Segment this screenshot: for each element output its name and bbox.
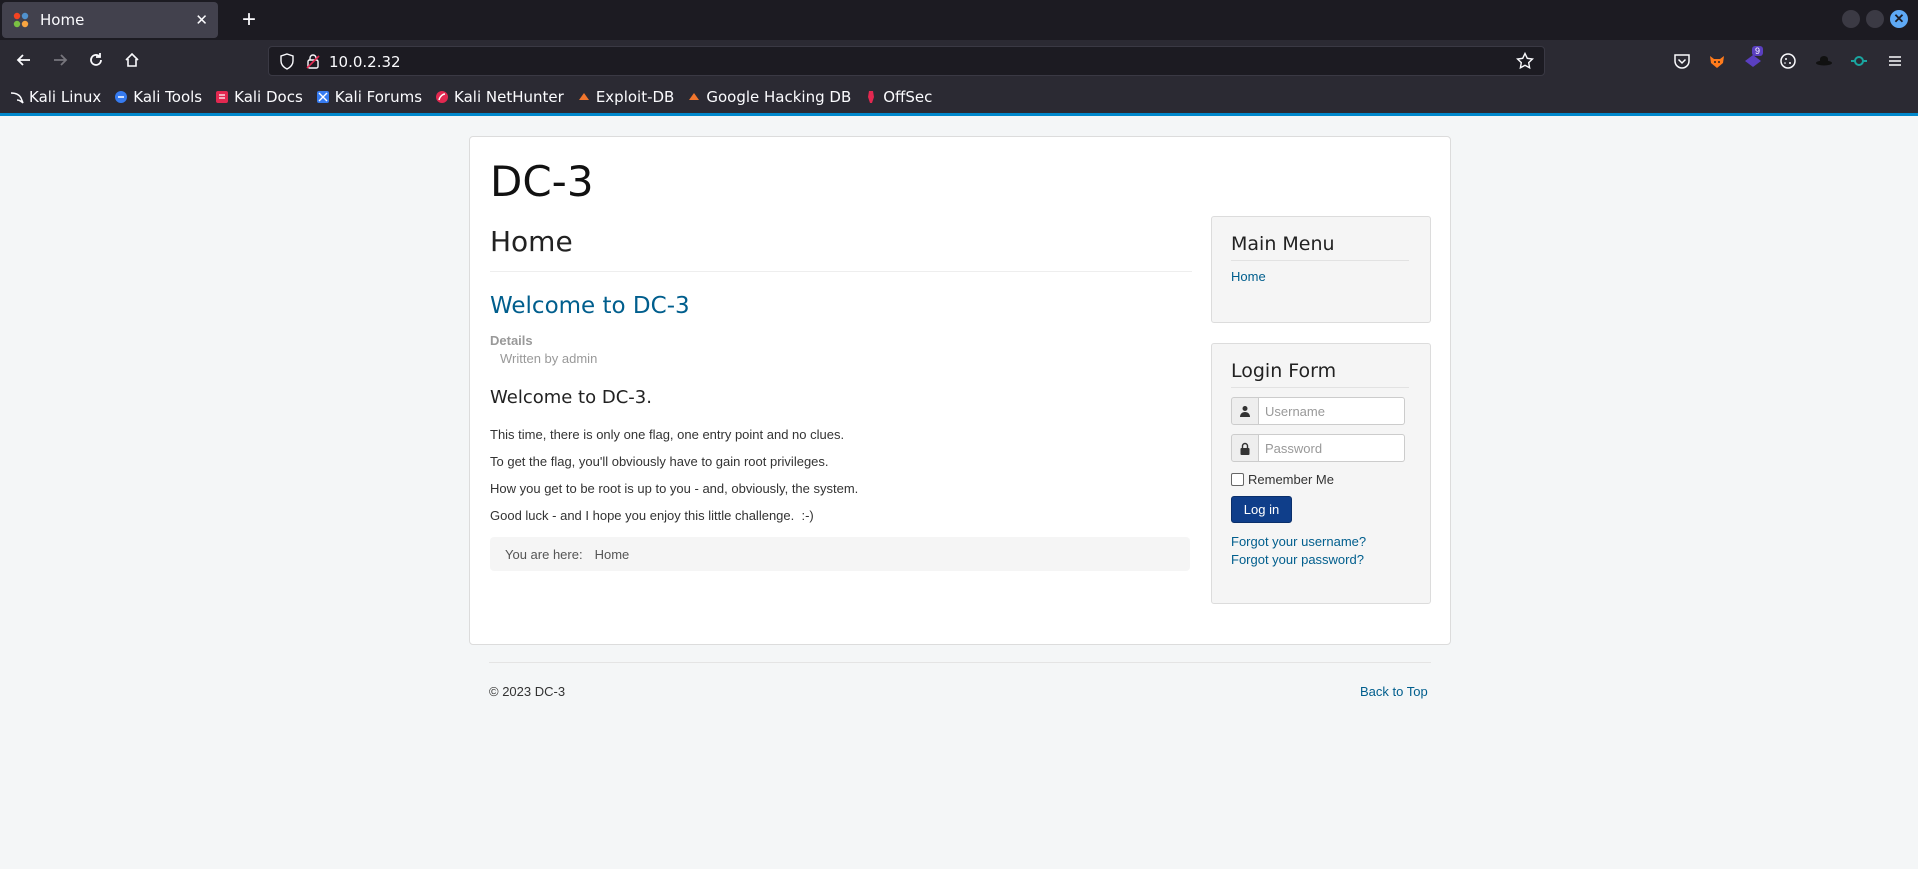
back-to-top-link[interactable]: Back to Top bbox=[1360, 684, 1428, 699]
login-form-module: Login Form Remember Me Log in Forgot you… bbox=[1211, 343, 1431, 604]
kali-forums-icon bbox=[316, 90, 329, 103]
new-tab-icon[interactable]: + bbox=[234, 6, 264, 34]
hat-extension-icon[interactable] bbox=[1813, 50, 1835, 72]
remember-me-label: Remember Me bbox=[1248, 472, 1334, 487]
bookmark-label: Kali Docs bbox=[234, 87, 303, 106]
close-window-icon[interactable]: ✕ bbox=[1890, 10, 1908, 28]
bookmark-kali-linux[interactable]: Kali Linux bbox=[10, 88, 101, 106]
back-arrow-icon[interactable] bbox=[10, 46, 38, 74]
article-title-link[interactable]: Welcome to DC-3 bbox=[490, 293, 690, 319]
joomla-favicon-icon bbox=[13, 12, 29, 28]
tab-home[interactable]: Home ✕ bbox=[2, 2, 218, 38]
bookmark-star-icon[interactable] bbox=[1516, 52, 1534, 70]
details-label: Details bbox=[490, 333, 533, 348]
pocket-icon[interactable] bbox=[1671, 50, 1693, 72]
forgot-password-link[interactable]: Forgot your password? bbox=[1231, 552, 1364, 567]
article-paragraph: How you get to be root is up to you - an… bbox=[490, 481, 859, 496]
kali-dragon-icon bbox=[10, 91, 24, 104]
username-input[interactable] bbox=[1259, 397, 1405, 425]
bookmark-label: Google Hacking DB bbox=[706, 87, 852, 106]
username-group bbox=[1231, 397, 1405, 425]
bookmark-label: OffSec bbox=[883, 87, 933, 106]
menu-item-home[interactable]: Home bbox=[1231, 269, 1266, 284]
module-divider bbox=[1231, 387, 1409, 388]
foxyproxy-icon[interactable] bbox=[1706, 50, 1728, 72]
nethunter-icon bbox=[436, 90, 449, 103]
password-group bbox=[1231, 434, 1405, 462]
bookmark-label: Kali NetHunter bbox=[454, 87, 564, 106]
author-line: Written by admin bbox=[500, 351, 598, 366]
bookmark-label: Kali Forums bbox=[334, 87, 423, 106]
footer-divider bbox=[489, 662, 1431, 663]
close-tab-icon[interactable]: ✕ bbox=[195, 11, 208, 29]
cookie-icon[interactable] bbox=[1777, 50, 1799, 72]
article-paragraph: Good luck - and I hope you enjoy this li… bbox=[490, 508, 814, 523]
bookmark-kali-tools[interactable]: Kali Tools bbox=[114, 88, 202, 106]
minimize-window-icon[interactable] bbox=[1842, 10, 1860, 28]
extension-badge-count: 9 bbox=[1752, 46, 1764, 56]
copyright-text: © 2023 DC-3 bbox=[489, 684, 566, 699]
article-paragraph: To get the flag, you'll obviously have t… bbox=[490, 454, 829, 469]
home-icon[interactable] bbox=[118, 46, 146, 74]
user-icon bbox=[1231, 397, 1259, 425]
article-paragraph: This time, there is only one flag, one e… bbox=[490, 427, 845, 442]
bookmark-exploit-db[interactable]: Exploit-DB bbox=[577, 87, 675, 106]
module-divider bbox=[1231, 260, 1409, 261]
page-heading: Home bbox=[490, 225, 573, 258]
shield-icon[interactable] bbox=[279, 53, 295, 70]
bookmark-google-hacking-db[interactable]: Google Hacking DB bbox=[687, 88, 851, 106]
tab-title: Home bbox=[40, 11, 85, 29]
password-input[interactable] bbox=[1259, 434, 1405, 462]
insecure-lock-icon[interactable] bbox=[305, 53, 321, 70]
bookmark-kali-forums[interactable]: Kali Forums bbox=[316, 88, 422, 106]
bookmark-kali-docs[interactable]: Kali Docs bbox=[215, 88, 303, 106]
wappalyzer-icon[interactable] bbox=[1848, 50, 1870, 72]
login-button[interactable]: Log in bbox=[1231, 496, 1292, 523]
exploit-db-icon bbox=[578, 92, 589, 100]
bookmark-label: Exploit-DB bbox=[595, 87, 675, 106]
url-text[interactable]: 10.0.2.32 bbox=[329, 53, 401, 71]
kali-docs-icon bbox=[216, 90, 229, 103]
main-menu-module: Main Menu Home bbox=[1211, 216, 1431, 323]
bookmark-label: Kali Linux bbox=[29, 87, 102, 106]
kali-tools-icon bbox=[115, 90, 128, 103]
site-title[interactable]: DC-3 bbox=[490, 157, 594, 206]
bookmark-offsec[interactable]: OffSec bbox=[864, 88, 932, 106]
offsec-icon bbox=[868, 90, 875, 103]
login-form-title: Login Form bbox=[1231, 360, 1337, 382]
extension-badge-icon[interactable]: 9 bbox=[1742, 46, 1764, 72]
maximize-window-icon[interactable] bbox=[1866, 10, 1884, 28]
article-heading: Welcome to DC-3. bbox=[490, 387, 652, 408]
address-bar[interactable]: 10.0.2.32 bbox=[268, 46, 1545, 76]
bookmark-label: Kali Tools bbox=[133, 87, 203, 106]
breadcrumb-current: Home bbox=[594, 546, 630, 562]
bookmark-kali-nethunter[interactable]: Kali NetHunter bbox=[435, 88, 564, 106]
forgot-username-link[interactable]: Forgot your username? bbox=[1231, 534, 1366, 549]
remember-me-checkbox[interactable] bbox=[1231, 473, 1244, 486]
main-container: DC-3 Home Welcome to DC-3 Details Writte… bbox=[469, 136, 1451, 645]
forward-arrow-icon[interactable] bbox=[46, 46, 74, 74]
hamburger-menu-icon[interactable] bbox=[1884, 50, 1906, 72]
breadcrumb: You are here: Home bbox=[490, 537, 1190, 571]
main-menu-title: Main Menu bbox=[1231, 233, 1335, 255]
breadcrumb-prefix: You are here: bbox=[505, 546, 583, 562]
bookmarks-toolbar: Kali Linux Kali Tools Kali Docs Kali For… bbox=[0, 80, 1918, 113]
lock-icon bbox=[1231, 434, 1259, 462]
google-hacking-db-icon bbox=[689, 92, 700, 100]
header-divider bbox=[490, 271, 1192, 272]
remember-me[interactable]: Remember Me bbox=[1231, 472, 1334, 487]
reload-icon[interactable] bbox=[82, 46, 110, 74]
browser-titlebar: Home ✕ + ✕ bbox=[0, 0, 1918, 40]
